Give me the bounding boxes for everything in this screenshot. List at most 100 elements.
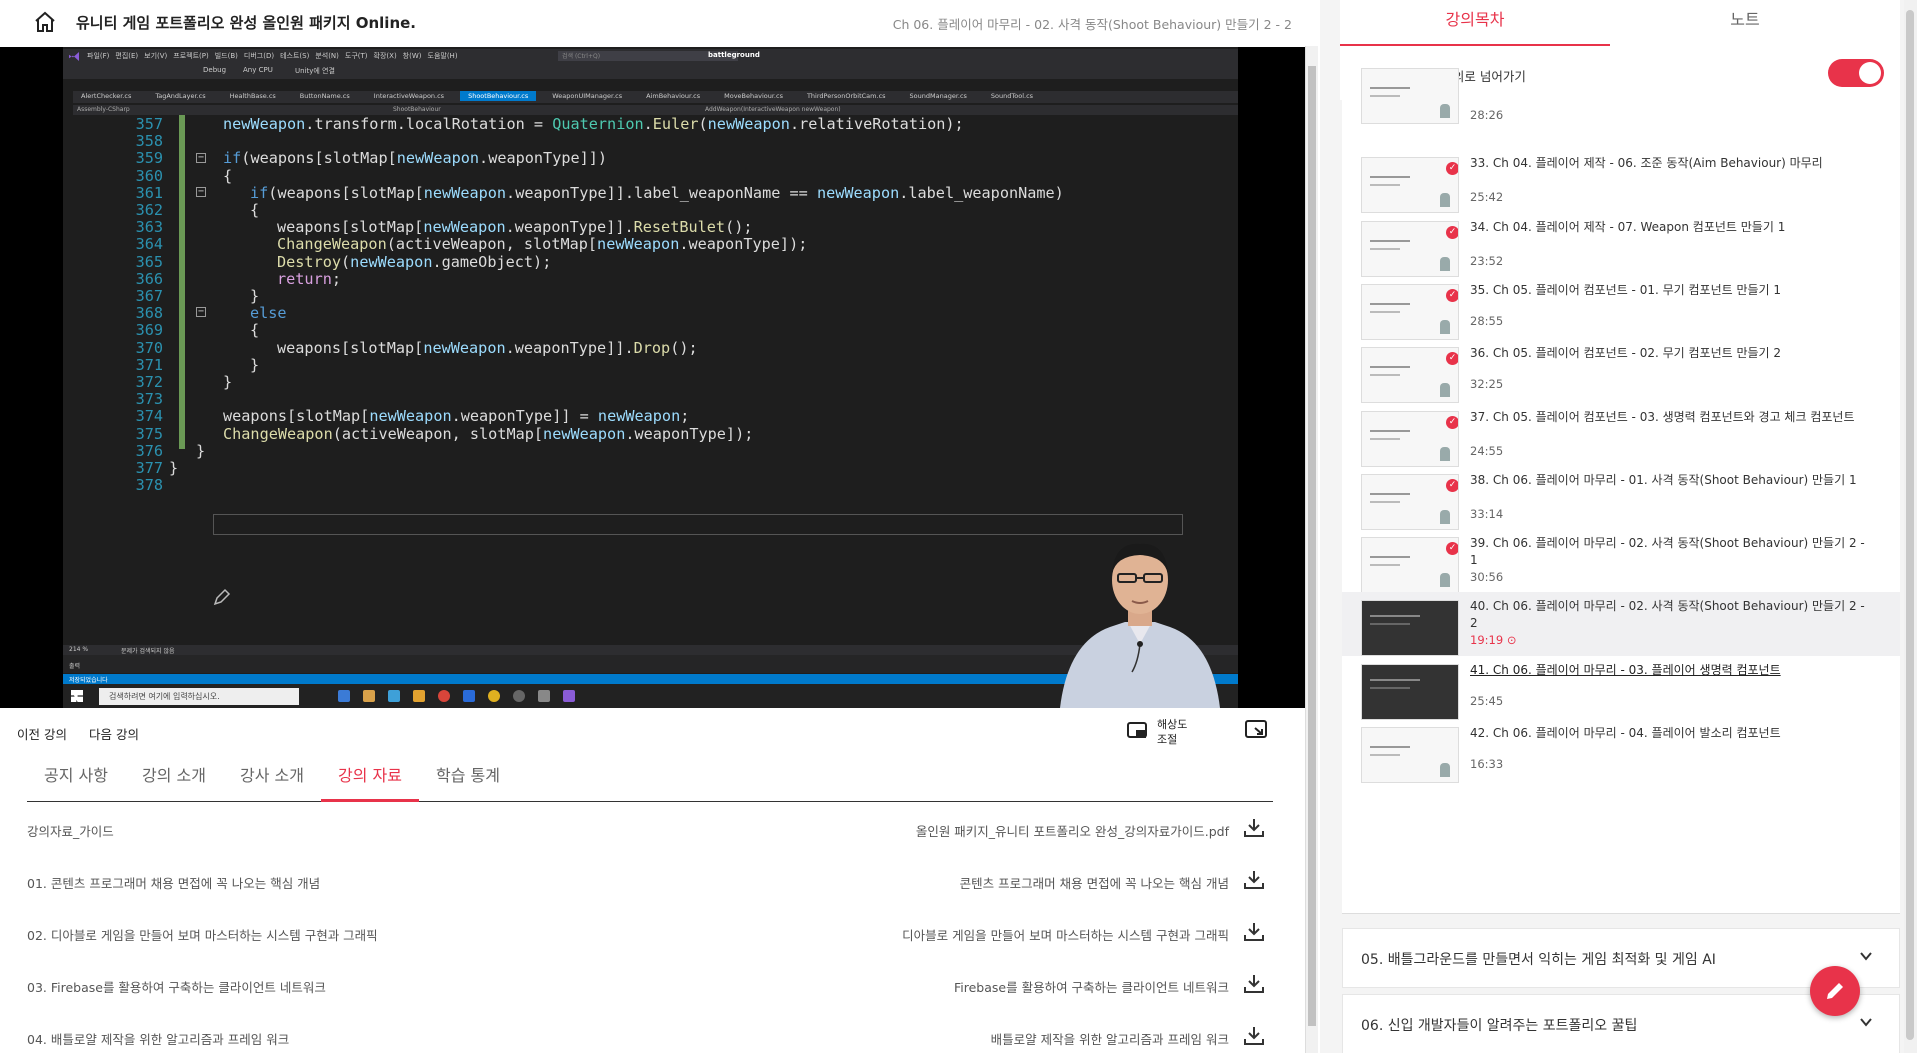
tab-intro[interactable]: 강의 소개 bbox=[125, 750, 223, 802]
lecture-thumbnail: ✓ bbox=[1361, 537, 1459, 594]
next-lecture-button[interactable]: 다음 강의 bbox=[89, 724, 139, 743]
home-icon[interactable] bbox=[33, 10, 57, 34]
ide-file-tab: AimBehaviour.cs bbox=[646, 92, 701, 100]
taskbar-vs-icon bbox=[563, 690, 575, 702]
material-file-link[interactable]: 올인원 패키지_유니티 포트폴리오 완성_강의자료가이드.pdf bbox=[916, 821, 1229, 840]
line-number: 373 bbox=[135, 390, 163, 409]
material-row: 01. 콘텐츠 프로그래머 채용 면접에 꼭 나오는 핵심 개념 콘텐츠 프로그래… bbox=[27, 857, 1273, 909]
ide-menu-item: 편집(E) bbox=[115, 52, 139, 60]
tab-notes[interactable]: 노트 bbox=[1610, 0, 1880, 46]
lecture-title[interactable]: 41. Ch 06. 플레이어 마무리 - 03. 플레이어 생명력 컴포넌트 bbox=[1470, 662, 1870, 679]
taskbar-app-icon bbox=[338, 690, 350, 702]
write-note-button[interactable] bbox=[1810, 966, 1860, 1016]
ide-menu-item: 도구(T) bbox=[344, 52, 368, 60]
code-text: else bbox=[250, 304, 287, 323]
lecture-item[interactable]: 28:26 bbox=[1342, 60, 1900, 124]
lecture-item[interactable]: ✓ 34. Ch 04. 플레이어 제작 - 07. Weapon 컴포넌트 만들… bbox=[1342, 213, 1900, 277]
material-title: 02. 디아블로 게임을 만들어 보며 마스터하는 시스템 구현과 그래픽 bbox=[27, 928, 378, 943]
tab-notice[interactable]: 공지 사항 bbox=[27, 750, 125, 802]
windows-start-icon bbox=[71, 690, 83, 702]
line-number: 375 bbox=[135, 424, 163, 443]
tab-instructor[interactable]: 강사 소개 bbox=[223, 750, 321, 802]
code-text: { bbox=[250, 201, 260, 219]
code-line: 378 bbox=[73, 476, 1238, 497]
lecture-item[interactable]: 42. Ch 06. 플레이어 마무리 - 04. 플레이어 발소리 컴포넌트 1… bbox=[1342, 719, 1900, 783]
lecture-duration: 28:55 bbox=[1470, 314, 1503, 328]
code-text: newWeapon.transform.localRotation = Quat… bbox=[223, 115, 964, 133]
vs-logo-icon bbox=[69, 52, 79, 61]
line-number: 357 bbox=[135, 115, 163, 133]
main-scrollbar-thumb[interactable] bbox=[1308, 66, 1316, 1026]
video-player[interactable]: 파일(F) 편집(E) 보기(V) 프로젝트(P) 빌드(B) 디버그(D) 테스트(S) 분… bbox=[0, 47, 1305, 708]
lecture-title[interactable]: 36. Ch 05. 플레이어 컴포넌트 - 02. 무기 컴포넌트 만들기 2 bbox=[1470, 345, 1870, 362]
lecture-duration: 16:33 bbox=[1470, 757, 1503, 771]
lecture-thumbnail: ✓ bbox=[1361, 347, 1459, 404]
lecture-duration-text: 25:45 bbox=[1470, 693, 1504, 708]
lecture-item[interactable]: 41. Ch 06. 플레이어 마무리 - 03. 플레이어 생명력 컴포넌트 2… bbox=[1342, 656, 1900, 720]
code-text: } bbox=[223, 373, 233, 391]
lecture-title[interactable]: 33. Ch 04. 플레이어 제작 - 06. 조준 동작(Aim Behav… bbox=[1470, 155, 1870, 172]
download-icon[interactable] bbox=[1243, 869, 1265, 891]
line-number: 370 bbox=[135, 338, 163, 357]
code-text: weapons[slotMap[newWeapon.weaponType]].R… bbox=[277, 218, 753, 237]
completed-check-icon: ✓ bbox=[1446, 162, 1458, 176]
prev-lecture-button[interactable]: 이전 강의 bbox=[17, 724, 67, 743]
code-text: { bbox=[250, 321, 260, 340]
lecture-duration-text: 30:56 bbox=[1470, 570, 1504, 585]
lecture-title[interactable]: 40. Ch 06. 플레이어 마무리 - 02. 사격 동작(Shoot Be… bbox=[1470, 598, 1870, 632]
ide-file-tab: InteractiveWeapon.cs bbox=[373, 92, 445, 100]
lecture-item[interactable]: ✓ 35. Ch 05. 플레이어 컴포넌트 - 01. 무기 컴포넌트 만들기 … bbox=[1342, 276, 1900, 340]
lecture-item[interactable]: ✓ 33. Ch 04. 플레이어 제작 - 06. 조준 동작(Aim Beha… bbox=[1342, 149, 1900, 214]
popout-icon[interactable] bbox=[1245, 720, 1267, 740]
lecture-item[interactable]: ✓ 36. Ch 05. 플레이어 컴포넌트 - 02. 무기 컴포넌트 만들기 … bbox=[1342, 339, 1900, 404]
line-number: 374 bbox=[135, 407, 163, 426]
code-text: return; bbox=[277, 269, 342, 288]
lecture-title[interactable]: 39. Ch 06. 플레이어 마무리 - 02. 사격 동작(Shoot Be… bbox=[1470, 535, 1870, 569]
code-text: ChangeWeapon(activeWeapon, slotMap[newWe… bbox=[223, 424, 754, 443]
download-icon[interactable] bbox=[1243, 1025, 1265, 1047]
ide-menu-item: 파일(F) bbox=[87, 52, 110, 60]
tab-materials[interactable]: 강의 자료 bbox=[321, 750, 419, 802]
code-text: } bbox=[250, 355, 260, 374]
lecture-item[interactable]: 40. Ch 06. 플레이어 마무리 - 02. 사격 동작(Shoot Be… bbox=[1342, 592, 1900, 657]
material-row: 04. 배틀로얄 제작을 위한 알고리즘과 프레임 워크 배틀로얄 제작을 위한 … bbox=[27, 1013, 1273, 1053]
material-title: 강의자료_가이드 bbox=[27, 824, 114, 839]
download-icon[interactable] bbox=[1243, 817, 1265, 839]
line-number: 366 bbox=[135, 269, 163, 288]
lecture-title[interactable]: 35. Ch 05. 플레이어 컴포넌트 - 01. 무기 컴포넌트 만들기 1 bbox=[1470, 282, 1870, 299]
lecture-title[interactable]: 42. Ch 06. 플레이어 마무리 - 04. 플레이어 발소리 컴포넌트 bbox=[1470, 725, 1870, 742]
sidebar-tabs: 강의목차 노트 bbox=[1340, 0, 1900, 46]
lecture-item[interactable]: ✓ 39. Ch 06. 플레이어 마무리 - 02. 사격 동작(Shoot B… bbox=[1342, 529, 1900, 594]
lecture-duration: 33:14 bbox=[1470, 507, 1503, 521]
ide-issues: 문제가 검색되지 않음 bbox=[121, 648, 175, 655]
top-bar: 유니티 게임 포트폴리오 완성 올인원 패키지 Online. Ch 06. 플… bbox=[0, 0, 1318, 46]
taskbar-app-icon bbox=[538, 690, 550, 702]
sidebar-scrollbar[interactable] bbox=[1904, 0, 1917, 1053]
material-file-link[interactable]: 콘텐츠 프로그래머 채용 면접에 꼭 나오는 핵심 개념 bbox=[960, 873, 1229, 892]
tab-stats[interactable]: 학습 통계 bbox=[419, 750, 517, 802]
lecture-title[interactable]: 34. Ch 04. 플레이어 제작 - 07. Weapon 컴포넌트 만들기… bbox=[1470, 219, 1870, 236]
material-file-link[interactable]: Firebase를 활용하여 구축하는 클라이언트 네트워크 bbox=[954, 977, 1229, 996]
ide-menu-item: 보기(V) bbox=[144, 52, 168, 60]
completed-check-icon: ✓ bbox=[1446, 415, 1458, 429]
download-icon[interactable] bbox=[1243, 921, 1265, 943]
tab-curriculum[interactable]: 강의목차 bbox=[1340, 0, 1610, 46]
material-file-link[interactable]: 배틀로얄 제작을 위한 알고리즘과 프레임 워크 bbox=[991, 1029, 1229, 1048]
lecture-title[interactable]: 37. Ch 05. 플레이어 컴포넌트 - 03. 생명력 컴포넌트와 경고 … bbox=[1470, 409, 1870, 426]
sidebar-scrollbar-thumb[interactable] bbox=[1906, 10, 1914, 1040]
code-text: { bbox=[223, 166, 233, 185]
main-scrollbar[interactable] bbox=[1305, 46, 1318, 1053]
lecture-title[interactable]: 38. Ch 06. 플레이어 마무리 - 01. 사격 동작(Shoot Be… bbox=[1470, 472, 1870, 489]
lecture-item[interactable]: ✓ 38. Ch 06. 플레이어 마무리 - 01. 사격 동작(Shoot B… bbox=[1342, 466, 1900, 530]
download-icon[interactable] bbox=[1243, 973, 1265, 995]
material-file-link[interactable]: 디아블로 게임을 만들어 보며 마스터하는 시스템 구현과 그래픽 bbox=[902, 925, 1229, 944]
ide-file-tab: ButtonName.cs bbox=[299, 92, 350, 100]
lecture-duration-text: 28:55 bbox=[1470, 313, 1504, 328]
lecture-item[interactable]: ✓ 37. Ch 05. 플레이어 컴포넌트 - 03. 생명력 컴포넌트와 경고… bbox=[1342, 403, 1900, 467]
taskbar-search: 검색하려면 여기에 입력하십시오. bbox=[99, 688, 299, 705]
resolution-button[interactable]: 해상도 조절 bbox=[1127, 714, 1197, 748]
ide-saved-msg: 저장되었습니다 bbox=[69, 677, 108, 684]
line-number: 363 bbox=[135, 218, 163, 237]
lecture-thumbnail bbox=[1361, 663, 1459, 720]
taskbar-app-icon bbox=[463, 690, 475, 702]
